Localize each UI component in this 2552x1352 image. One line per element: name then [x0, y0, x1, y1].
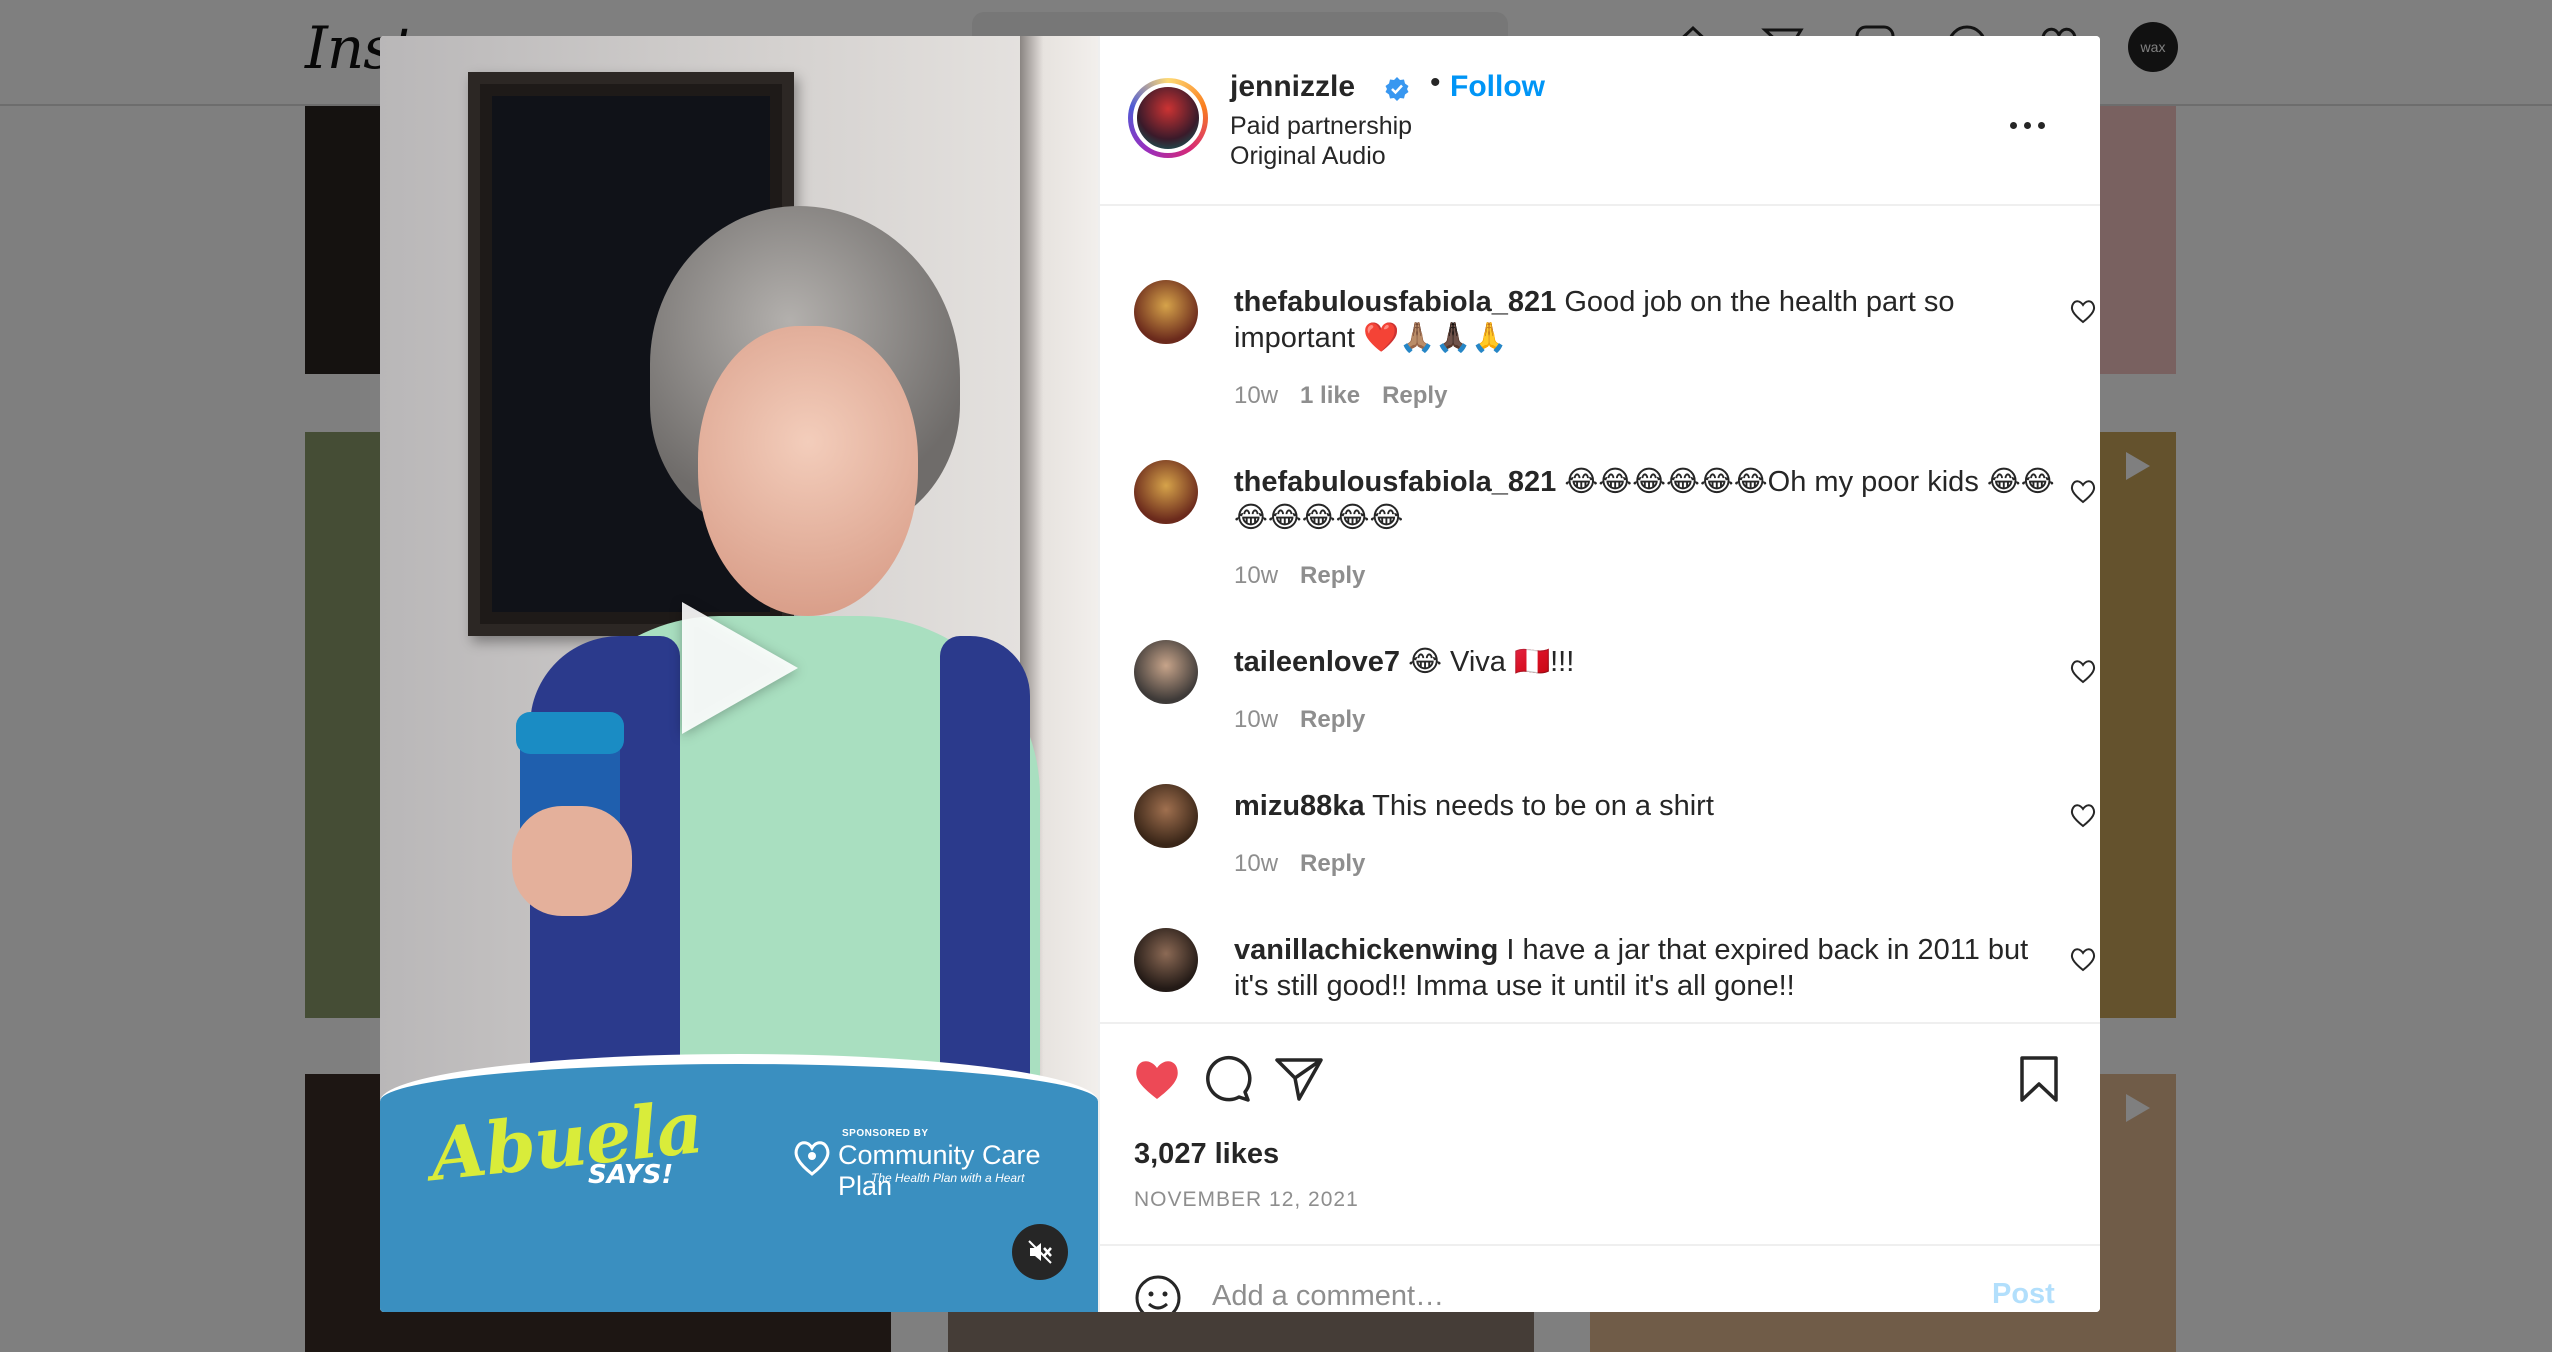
comment-time[interactable]: 10w	[1234, 850, 1278, 877]
play-icon[interactable]	[682, 602, 798, 734]
comment-avatar[interactable]	[1134, 784, 1198, 848]
post-comment-button[interactable]: Post	[1992, 1278, 2055, 1311]
reply-button[interactable]: Reply	[1300, 706, 1365, 733]
reel-video[interactable]: Abuela SAYS! SPONSORED BY Community Care…	[380, 36, 1098, 1312]
heart-filled-icon[interactable]	[1130, 1052, 1184, 1106]
comment-like-heart-icon[interactable]	[2068, 800, 2098, 830]
comment-username[interactable]: taileenlove7	[1234, 646, 1400, 678]
comment-avatar[interactable]	[1134, 928, 1198, 992]
sponsor-heart-icon	[794, 1141, 830, 1176]
emoji-icon[interactable]	[1134, 1274, 1182, 1312]
share-icon[interactable]	[1272, 1052, 1326, 1106]
comment-time[interactable]: 10w	[1234, 562, 1278, 589]
comment-like-heart-icon[interactable]	[2068, 656, 2098, 686]
mute-button[interactable]	[1012, 1224, 1068, 1280]
reply-button[interactable]: Reply	[1300, 562, 1365, 589]
sponsor-tagline: The Health Plan with a Heart	[871, 1171, 1025, 1185]
vicks-jar-lid	[516, 712, 624, 754]
like-count[interactable]: 3,027 likes	[1134, 1138, 1279, 1171]
comment-avatar[interactable]	[1134, 460, 1198, 524]
hand	[512, 806, 632, 916]
comment-username[interactable]: thefabulousfabiola_821	[1234, 466, 1556, 498]
comment-meta: 10w 1 like Reply	[1234, 382, 1469, 410]
comment-like-heart-icon[interactable]	[2068, 476, 2098, 506]
comment-time[interactable]: 10w	[1234, 382, 1278, 409]
post-date[interactable]: NOVEMBER 12, 2021	[1134, 1188, 1359, 1212]
comment-composer: Post	[1100, 1244, 2100, 1312]
header-separator: •	[1430, 66, 1441, 99]
more-options-icon[interactable]	[2008, 114, 2048, 138]
comment-meta: 10w Reply	[1234, 706, 1387, 734]
audio-label[interactable]: Original Audio	[1230, 142, 1386, 171]
comment-body: vanillachickenwing I have a jar that exp…	[1234, 932, 2058, 1004]
comment-like-heart-icon[interactable]	[2068, 296, 2098, 326]
post-modal: Abuela SAYS! SPONSORED BY Community Care…	[380, 36, 2100, 1312]
comment-meta: 10w Reply	[1234, 850, 1387, 878]
comment-meta: 10w Reply	[1234, 562, 1387, 590]
comment-body: thefabulousfabiola_821 Good job on the h…	[1234, 284, 2058, 356]
author-username[interactable]: jennizzle	[1230, 70, 1355, 104]
comment-text: This needs to be on a shirt	[1372, 790, 1714, 822]
video-overlay-subtitle: SAYS!	[588, 1160, 674, 1190]
comment-username[interactable]: vanillachickenwing	[1234, 934, 1498, 966]
post-header: jennizzle • Follow Paid partnership Orig…	[1100, 36, 2100, 206]
comment-body: taileenlove7 😂 Viva 🇵🇪!!!	[1234, 644, 2058, 680]
comment-avatar[interactable]	[1134, 280, 1198, 344]
sponsor-label: SPONSORED BY	[842, 1128, 929, 1139]
comment-text: 😂 Viva 🇵🇪!!!	[1408, 646, 1575, 678]
comment-icon[interactable]	[1200, 1052, 1254, 1106]
comment-username[interactable]: mizu88ka	[1234, 790, 1365, 822]
comment-body: mizu88ka This needs to be on a shirt	[1234, 788, 2058, 824]
comment-input[interactable]	[1212, 1272, 1912, 1312]
verified-badge-icon	[1385, 77, 1409, 101]
author-story-ring[interactable]	[1128, 78, 1208, 158]
bookmark-icon[interactable]	[2012, 1052, 2066, 1106]
comment-body: thefabulousfabiola_821 😂😂😂😂😂😂Oh my poor …	[1234, 464, 2058, 536]
comment-like-count[interactable]: 1 like	[1300, 382, 1360, 409]
paid-partnership-label[interactable]: Paid partnership	[1230, 112, 1412, 141]
reply-button[interactable]: Reply	[1382, 382, 1447, 409]
comment-like-heart-icon[interactable]	[2068, 944, 2098, 974]
follow-button[interactable]: Follow	[1450, 70, 1545, 104]
post-details: jennizzle • Follow Paid partnership Orig…	[1098, 36, 2100, 1312]
comment-username[interactable]: thefabulousfabiola_821	[1234, 286, 1556, 318]
reply-button[interactable]: Reply	[1300, 850, 1365, 877]
author-avatar[interactable]	[1133, 83, 1203, 153]
person-face	[698, 326, 918, 616]
comments-list[interactable]: thefabulousfabiola_821 Good job on the h…	[1100, 208, 2100, 1022]
muted-speaker-icon	[1028, 1240, 1052, 1264]
comment-time[interactable]: 10w	[1234, 706, 1278, 733]
post-actions: 3,027 likes NOVEMBER 12, 2021 Post	[1100, 1022, 2100, 1312]
comment-avatar[interactable]	[1134, 640, 1198, 704]
